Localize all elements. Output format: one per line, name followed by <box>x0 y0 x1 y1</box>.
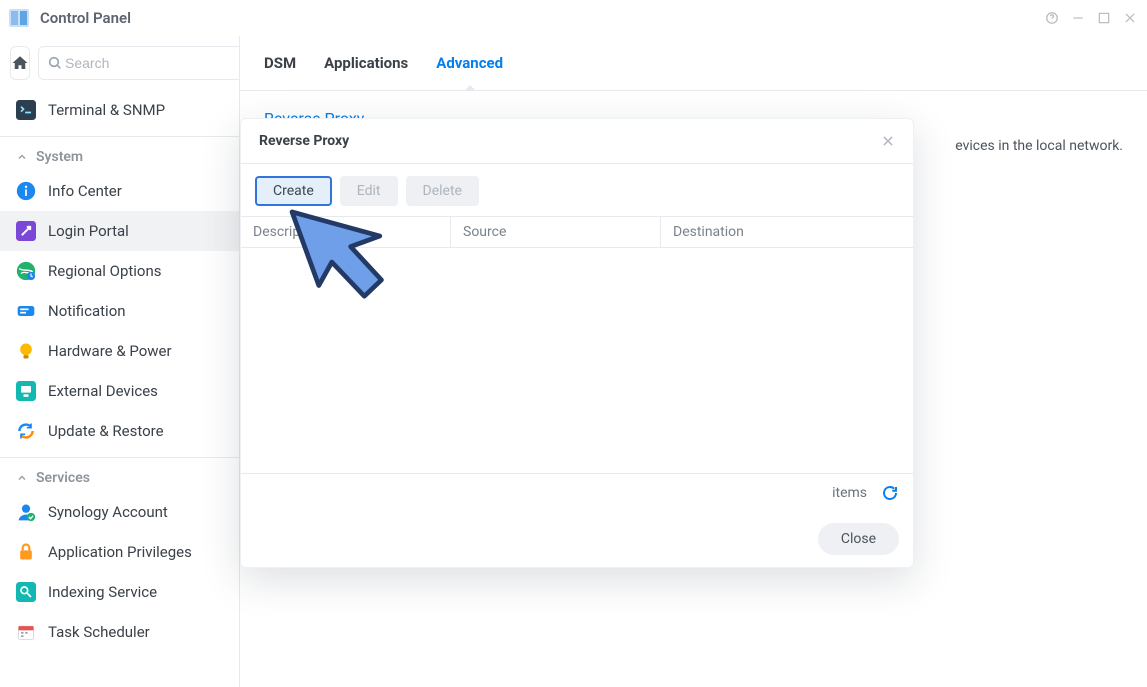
search-icon <box>47 55 63 71</box>
dialog-title: Reverse Proxy <box>259 133 349 149</box>
tab-advanced[interactable]: Advanced <box>436 54 503 90</box>
app-icon <box>6 5 32 31</box>
column-description[interactable]: Description <box>241 217 451 247</box>
login-portal-icon <box>16 221 36 241</box>
section-label: System <box>36 149 83 165</box>
reverse-proxy-dialog: Reverse Proxy Create Edit Delete Descrip… <box>240 118 914 568</box>
edit-button[interactable]: Edit <box>340 176 398 206</box>
sidebar-item-application-privileges[interactable]: Application Privileges <box>0 532 239 572</box>
indexing-icon <box>16 582 36 602</box>
sidebar-item-label: Regional Options <box>48 262 223 280</box>
sidebar-item-update-restore[interactable]: Update & Restore <box>0 411 239 451</box>
sidebar-item-regional-options[interactable]: Regional Options <box>0 251 239 291</box>
sidebar-item-terminal-snmp[interactable]: Terminal & SNMP <box>0 90 239 130</box>
search-input-wrap[interactable] <box>38 46 240 80</box>
notification-icon <box>16 301 36 321</box>
sidebar-item-label: Task Scheduler <box>48 623 223 641</box>
sidebar-item-login-portal[interactable]: Login Portal <box>0 211 239 251</box>
sidebar-item-task-scheduler[interactable]: Task Scheduler <box>0 612 239 652</box>
sidebar-section-services[interactable]: Services <box>0 457 239 492</box>
dialog-close-icon[interactable] <box>881 134 895 148</box>
control-panel-window: Control Panel <box>0 0 1147 687</box>
dialog-header: Reverse Proxy <box>241 119 913 164</box>
search-input[interactable] <box>63 54 240 72</box>
sidebar-item-label: Notification <box>48 302 223 320</box>
title-bar: Control Panel <box>0 0 1147 36</box>
close-button[interactable]: Close <box>818 523 899 555</box>
tab-applications[interactable]: Applications <box>324 54 408 90</box>
table-body-empty <box>241 248 913 473</box>
sidebar-item-indexing-service[interactable]: Indexing Service <box>0 572 239 612</box>
minimize-icon[interactable] <box>1071 11 1085 25</box>
home-button[interactable] <box>10 46 30 80</box>
sidebar-item-label: Synology Account <box>48 503 223 521</box>
sidebar-item-synology-account[interactable]: Synology Account <box>0 492 239 532</box>
dialog-toolbar: Create Edit Delete <box>241 164 913 216</box>
sidebar-item-external-devices[interactable]: External Devices <box>0 371 239 411</box>
sidebar-item-label: External Devices <box>48 382 223 400</box>
window-title: Control Panel <box>40 9 131 27</box>
table-header: Description Source Destination <box>241 217 913 247</box>
sidebar-item-label: Info Center <box>48 182 223 200</box>
sidebar-item-label: Application Privileges <box>48 543 223 561</box>
dialog-footer: Close <box>241 511 913 567</box>
account-icon <box>16 502 36 522</box>
refresh-icon[interactable] <box>881 484 899 502</box>
sidebar-item-label: Login Portal <box>48 222 223 240</box>
sidebar-item-info-center[interactable]: Info Center <box>0 171 239 211</box>
devices-icon <box>16 381 36 401</box>
dialog-status-bar: items <box>241 473 913 511</box>
delete-button[interactable]: Delete <box>406 176 479 206</box>
sidebar-item-label: Update & Restore <box>48 422 223 440</box>
tab-dsm[interactable]: DSM <box>264 54 296 90</box>
bulb-icon <box>16 341 36 361</box>
tab-bar: DSM Applications Advanced <box>240 36 1147 91</box>
column-destination[interactable]: Destination <box>661 217 913 247</box>
sidebar-item-label: Hardware & Power <box>48 342 223 360</box>
help-icon[interactable] <box>1045 11 1059 25</box>
lock-icon <box>16 542 36 562</box>
sidebar-item-label: Indexing Service <box>48 583 223 601</box>
chevron-up-icon <box>16 472 28 484</box>
info-icon <box>16 181 36 201</box>
section-label: Services <box>36 470 90 486</box>
sidebar-section-system[interactable]: System <box>0 136 239 171</box>
calendar-icon <box>16 622 36 642</box>
update-icon <box>16 421 36 441</box>
dialog-table: Description Source Destination <box>241 216 913 248</box>
sidebar-item-label: Terminal & SNMP <box>48 101 223 119</box>
sidebar: Terminal & SNMP System Info Center Login… <box>0 36 240 687</box>
column-source[interactable]: Source <box>451 217 661 247</box>
close-icon[interactable] <box>1123 11 1137 25</box>
sidebar-item-notification[interactable]: Notification <box>0 291 239 331</box>
items-count-label: items <box>832 485 867 501</box>
terminal-icon <box>16 100 36 120</box>
create-button[interactable]: Create <box>255 176 332 206</box>
sidebar-item-hardware-power[interactable]: Hardware & Power <box>0 331 239 371</box>
chevron-up-icon <box>16 151 28 163</box>
globe-icon <box>16 261 36 281</box>
maximize-icon[interactable] <box>1097 11 1111 25</box>
